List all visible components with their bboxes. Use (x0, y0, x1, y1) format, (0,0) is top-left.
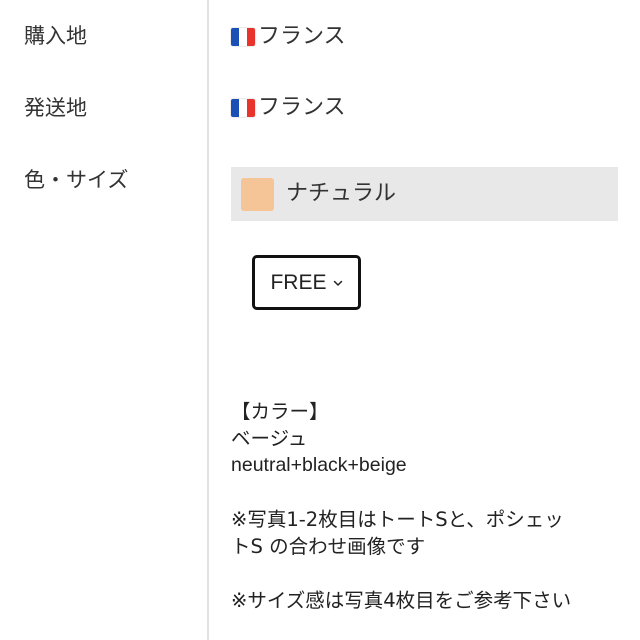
description-line: トS の合わせ画像です (231, 535, 426, 558)
description-line: ベージュ (231, 427, 308, 450)
chevron-down-icon (333, 280, 342, 286)
description-line: neutral+black+beige (231, 454, 407, 476)
product-description: 【カラー】 ベージュ neutral+black+beige ※写真1-2枚目は… (231, 398, 621, 614)
description-line: ※サイズ感は写真4枚目をご参考下さい (231, 589, 572, 612)
shipping-location-text: フランス (258, 95, 346, 120)
color-option[interactable]: ナチュラル (231, 167, 618, 221)
variant-label: 色・サイズ (24, 168, 129, 192)
shipping-location-label: 発送地 (24, 96, 87, 120)
france-flag-icon (231, 99, 255, 117)
labels-column: 購入地 発送地 色・サイズ (0, 0, 207, 640)
column-divider (207, 0, 209, 640)
product-details-panel: 購入地 発送地 色・サイズ フランス フランス ナチュラル FREE 【カラー】… (0, 0, 640, 640)
purchase-location-text: フランス (258, 24, 346, 49)
shipping-location-value: フランス (231, 93, 346, 123)
purchase-location-value: フランス (231, 22, 346, 52)
purchase-location-label: 購入地 (24, 24, 87, 48)
color-swatch (241, 177, 274, 211)
size-select-value: FREE (270, 270, 327, 294)
color-name: ナチュラル (286, 181, 397, 206)
size-select[interactable]: FREE (252, 255, 361, 310)
description-line: ※写真1-2枚目はトートSと、ポシェッ (231, 508, 564, 531)
france-flag-icon (231, 28, 255, 46)
description-line: 【カラー】 (231, 400, 329, 423)
